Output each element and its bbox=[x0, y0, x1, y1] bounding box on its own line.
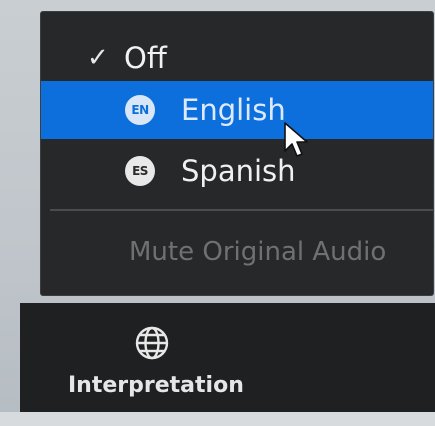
menu-item-spanish-label: Spanish bbox=[181, 154, 296, 188]
english-badge-icon: EN bbox=[125, 95, 155, 125]
interpretation-button-label[interactable]: Interpretation bbox=[68, 373, 244, 398]
mouse-cursor-icon bbox=[284, 122, 308, 157]
globe-icon[interactable] bbox=[134, 325, 170, 361]
menu-item-off-label: Off bbox=[124, 41, 167, 75]
spanish-badge-icon: ES bbox=[125, 156, 155, 186]
menu-divider bbox=[50, 209, 433, 211]
mute-original-audio-item: Mute Original Audio bbox=[129, 237, 387, 267]
menu-item-english[interactable]: EN English bbox=[41, 81, 433, 139]
toolbar: Interpretation bbox=[20, 303, 435, 412]
menu-item-spanish[interactable]: ES Spanish bbox=[41, 142, 433, 200]
menu-item-off[interactable]: ✓ Off bbox=[41, 29, 433, 87]
interpretation-menu: ✓ Off EN English ES Spanish Mute Origina… bbox=[41, 12, 433, 295]
menu-item-english-label: English bbox=[181, 93, 286, 127]
screen-edge bbox=[0, 412, 435, 426]
checkmark-icon: ✓ bbox=[87, 43, 109, 73]
